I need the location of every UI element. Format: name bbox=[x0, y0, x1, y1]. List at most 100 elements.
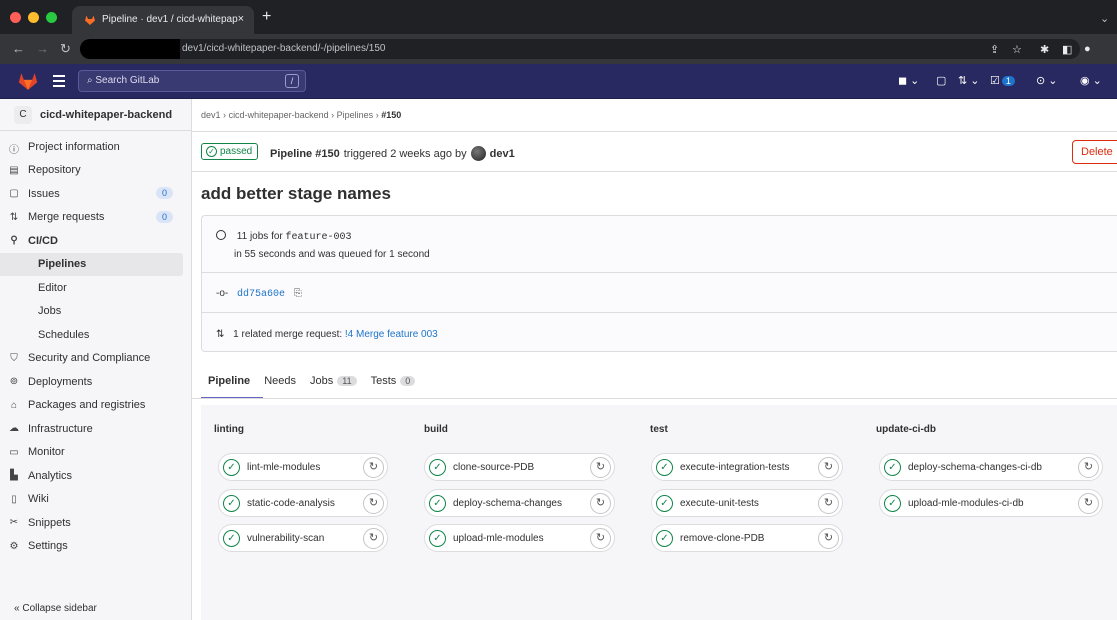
collapse-sidebar-button[interactable]: « Collapse sidebar bbox=[14, 603, 97, 614]
sidebar-item-label: Deployments bbox=[28, 375, 93, 388]
retry-icon[interactable]: ↻ bbox=[818, 457, 839, 478]
retry-icon[interactable]: ↻ bbox=[590, 528, 611, 549]
forward-arrow-icon[interactable]: → bbox=[36, 42, 49, 55]
sidebar-item-label: Wiki bbox=[28, 493, 49, 506]
package-icon: ⌂ bbox=[10, 399, 18, 411]
breadcrumb-link[interactable]: Pipelines bbox=[337, 110, 374, 120]
reload-icon[interactable]: ↻ bbox=[60, 42, 71, 55]
branch-name[interactable]: feature-003 bbox=[286, 232, 352, 243]
job-item[interactable]: ✓ execute-integration-tests ↻ bbox=[651, 453, 843, 481]
sidebar-item-monitor[interactable]: ▭ Monitor bbox=[0, 441, 191, 465]
shield-icon: ⛉ bbox=[10, 352, 18, 364]
tab-label: Jobs bbox=[309, 375, 334, 387]
maximize-window-button[interactable] bbox=[46, 12, 57, 23]
copy-icon[interactable]: ⎘ bbox=[294, 288, 302, 299]
success-check-icon: ✓ bbox=[429, 494, 446, 512]
sidebar-item-wiki[interactable]: ▯ Wiki bbox=[0, 488, 191, 512]
back-arrow-icon[interactable]: ← bbox=[12, 42, 25, 55]
retry-icon[interactable]: ↻ bbox=[818, 528, 839, 549]
new-item-plus-icon[interactable]: ◼ ⌄ bbox=[898, 74, 919, 87]
help-icon[interactable]: ⊙ ⌄ bbox=[1036, 74, 1058, 87]
retry-icon[interactable]: ↻ bbox=[363, 493, 384, 514]
share-icon[interactable]: ⇪ bbox=[990, 43, 999, 56]
sidebar-item-settings[interactable]: ⚙ Settings bbox=[0, 535, 191, 559]
retry-icon[interactable]: ↻ bbox=[818, 493, 839, 514]
sidebar-item-label: Settings bbox=[28, 540, 68, 553]
success-check-icon: ✓ bbox=[884, 494, 901, 512]
sidebar-item-packages[interactable]: ⌂ Packages and registries bbox=[0, 394, 191, 418]
job-item[interactable]: ✓ execute-unit-tests ↻ bbox=[651, 489, 843, 517]
status-badge[interactable]: ✓ passed bbox=[201, 143, 259, 160]
delete-button[interactable]: Delete bbox=[1072, 140, 1117, 164]
breadcrumb: dev1 › cicd-whitepaper-backend › Pipelin… bbox=[201, 110, 401, 120]
address-bar[interactable]: dev1/cicd-whitepaper-backend/-/pipelines… bbox=[80, 39, 1080, 59]
browser-tab-title: Pipeline · dev1 / cicd-whitepap bbox=[102, 14, 238, 25]
retry-icon[interactable]: ↻ bbox=[1078, 493, 1099, 514]
user-avatar[interactable]: ◉ ⌄ bbox=[1080, 74, 1102, 87]
sidebar-item-project-information[interactable]: ⓘ Project information bbox=[0, 135, 191, 159]
job-item[interactable]: ✓ upload-mle-modules-ci-db ↻ bbox=[879, 489, 1103, 517]
issues-icon[interactable]: ▢ bbox=[936, 74, 946, 87]
todo-icon[interactable]: ☑ 1 bbox=[990, 74, 1015, 87]
job-item[interactable]: ✓ static-code-analysis ↻ bbox=[218, 489, 388, 517]
commit-sha-link[interactable]: dd75a60e bbox=[237, 289, 285, 300]
hamburger-menu-icon[interactable] bbox=[53, 75, 65, 90]
breadcrumb-separator: › bbox=[223, 110, 227, 120]
profile-icon[interactable]: ● bbox=[1084, 43, 1091, 55]
merge-requests-icon[interactable]: ⇅ ⌄ bbox=[958, 74, 980, 87]
job-item[interactable]: ✓ vulnerability-scan ↻ bbox=[218, 524, 388, 552]
sidebar-item-jobs[interactable]: Jobs bbox=[0, 300, 191, 324]
job-item[interactable]: ✓ deploy-schema-changes-ci-db ↻ bbox=[879, 453, 1103, 481]
todo-count-badge: 1 bbox=[1001, 76, 1015, 86]
extensions-puzzle-icon[interactable]: ✱ bbox=[1040, 43, 1049, 56]
job-item[interactable]: ✓ deploy-schema-changes ↻ bbox=[424, 489, 615, 517]
sidebar-item-snippets[interactable]: ✂ Snippets bbox=[0, 511, 191, 535]
tab-jobs[interactable]: Jobs 11 bbox=[310, 375, 357, 387]
user-avatar[interactable] bbox=[470, 146, 486, 161]
sidebar-item-label: Project information bbox=[28, 140, 120, 153]
job-item[interactable]: ✓ upload-mle-modules ↻ bbox=[424, 524, 615, 552]
user-name[interactable]: dev1 bbox=[490, 148, 515, 160]
sidebar-item-deployments[interactable]: ⊚ Deployments bbox=[0, 370, 191, 394]
tab-tests[interactable]: Tests 0 bbox=[371, 375, 416, 387]
job-item[interactable]: ✓ lint-mle-modules ↻ bbox=[218, 453, 388, 481]
sidebar-item-schedules[interactable]: Schedules bbox=[0, 323, 191, 347]
sidebar-item-pipelines[interactable]: Pipelines bbox=[0, 252, 183, 276]
close-tab-icon[interactable]: × bbox=[238, 13, 244, 25]
gitlab-logo-icon[interactable] bbox=[18, 72, 38, 91]
job-name: static-code-analysis bbox=[247, 497, 335, 509]
breadcrumb-link[interactable]: dev1 bbox=[201, 110, 221, 120]
breadcrumb-link[interactable]: cicd-whitepaper-backend bbox=[229, 110, 329, 120]
sidebar-item-infrastructure[interactable]: ☁ Infrastructure bbox=[0, 417, 191, 441]
tab-search-chevron-icon[interactable]: ⌄ bbox=[1100, 12, 1109, 25]
sidebar-item-cicd[interactable]: ⚲ CI/CD bbox=[0, 229, 191, 253]
search-placeholder: Search GitLab bbox=[95, 75, 160, 86]
tab-pipeline[interactable]: Pipeline bbox=[208, 375, 250, 387]
sidebar-item-analytics[interactable]: ▙ Analytics bbox=[0, 464, 191, 488]
sidebar-item-security[interactable]: ⛉ Security and Compliance bbox=[0, 347, 191, 371]
search-input[interactable]: ⌕ Search GitLab / bbox=[78, 70, 306, 92]
sidepanel-icon[interactable]: ◧ bbox=[1062, 43, 1072, 56]
bookmark-star-icon[interactable]: ☆ bbox=[1012, 43, 1022, 56]
project-header[interactable]: C cicd-whitepaper-backend bbox=[0, 99, 191, 131]
job-item[interactable]: ✓ clone-source-PDB ↻ bbox=[424, 453, 615, 481]
retry-icon[interactable]: ↻ bbox=[363, 457, 384, 478]
retry-icon[interactable]: ↻ bbox=[590, 457, 611, 478]
success-check-icon: ✓ bbox=[656, 458, 673, 476]
window-controls[interactable] bbox=[10, 12, 57, 23]
tab-needs[interactable]: Needs bbox=[264, 375, 296, 387]
close-window-button[interactable] bbox=[10, 12, 21, 23]
sidebar-item-editor[interactable]: Editor bbox=[0, 276, 191, 300]
retry-icon[interactable]: ↻ bbox=[363, 528, 384, 549]
sidebar-item-issues[interactable]: ▢ Issues 0 bbox=[0, 182, 191, 206]
browser-tab[interactable]: Pipeline · dev1 / cicd-whitepap × bbox=[72, 6, 254, 34]
sidebar-item-repository[interactable]: ▤ Repository bbox=[0, 159, 191, 183]
retry-icon[interactable]: ↻ bbox=[1078, 457, 1099, 478]
merge-request-link[interactable]: !4 Merge feature 003 bbox=[345, 329, 438, 340]
browser-tab-strip: Pipeline · dev1 / cicd-whitepap × + ⌄ bbox=[0, 0, 1117, 34]
sidebar-item-merge-requests[interactable]: ⇅ Merge requests 0 bbox=[0, 206, 191, 230]
job-item[interactable]: ✓ remove-clone-PDB ↻ bbox=[651, 524, 843, 552]
retry-icon[interactable]: ↻ bbox=[590, 493, 611, 514]
minimize-window-button[interactable] bbox=[28, 12, 39, 23]
new-tab-button[interactable]: + bbox=[262, 8, 271, 26]
